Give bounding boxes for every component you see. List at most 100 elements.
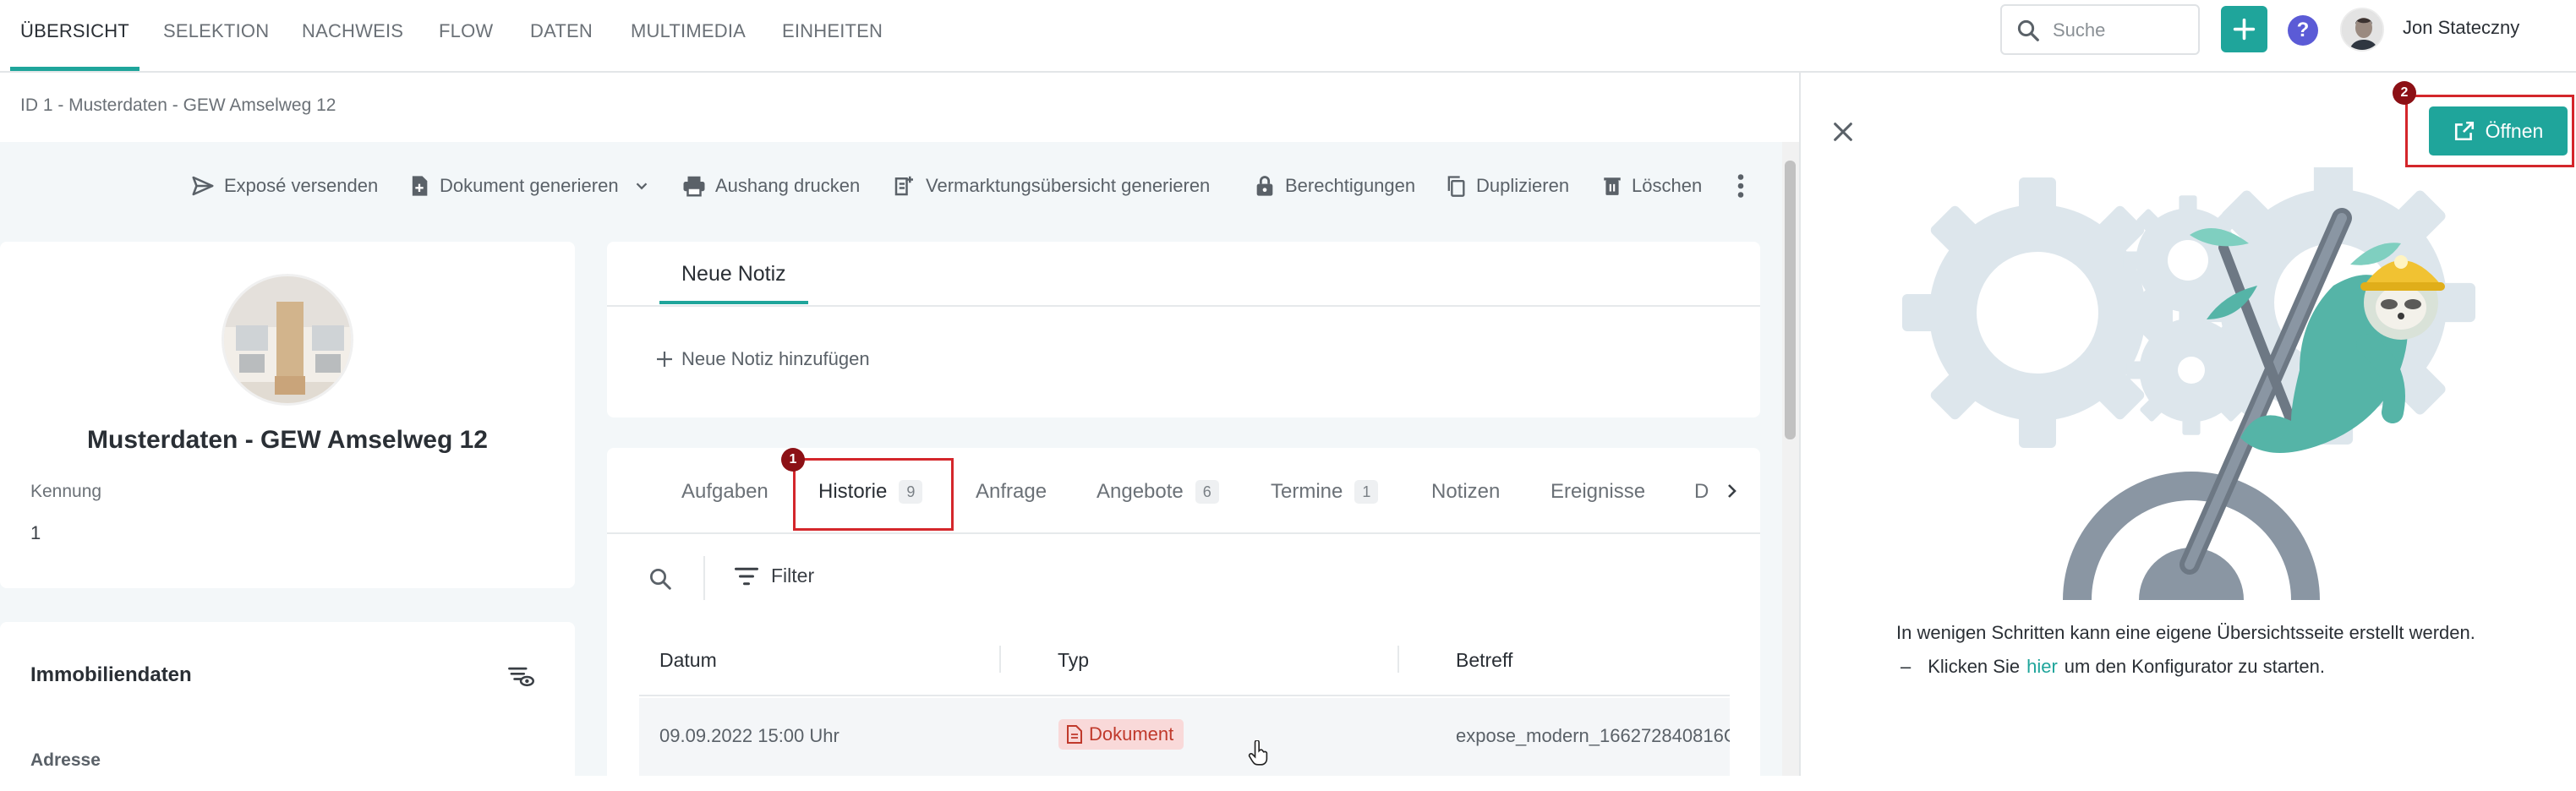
tab-termine-count: 1 xyxy=(1354,480,1379,504)
permissions-button[interactable]: Berechtigungen xyxy=(1253,169,1415,203)
help-icon[interactable]: ? xyxy=(2288,15,2318,46)
row-typ-badge: Dokument xyxy=(1058,719,1184,750)
generate-marketing-overview-label: Vermarktungsübersicht generieren xyxy=(926,175,1211,196)
file-plus-icon xyxy=(412,176,428,196)
close-icon[interactable] xyxy=(1831,120,1855,144)
eye-filter-icon[interactable] xyxy=(507,664,534,690)
print-notice-label: Aushang drucken xyxy=(715,175,861,196)
nav-tab-uebersicht[interactable]: ÜBERSICHT xyxy=(10,0,139,71)
plus-icon xyxy=(657,352,672,367)
tab-termine-label: Termine xyxy=(1271,480,1343,503)
duplicate-label: Duplizieren xyxy=(1476,175,1570,196)
generate-document-label: Dokument generieren xyxy=(440,175,619,196)
tab-anfrage[interactable]: Anfrage xyxy=(976,480,1047,504)
highlight-historie xyxy=(793,458,954,531)
nav-tab-selektion[interactable]: SELEKTION xyxy=(163,0,269,71)
tab-angebote[interactable]: Angebote 6 xyxy=(1097,480,1219,504)
column-resize-handle[interactable] xyxy=(1397,646,1399,673)
plus-icon xyxy=(2233,18,2256,41)
column-datum[interactable]: Datum xyxy=(659,649,717,672)
breadcrumb: ID 1 - Musterdaten - GEW Amselweg 12 xyxy=(20,95,336,115)
nav-tab-multimedia[interactable]: MULTIMEDIA xyxy=(631,0,746,71)
annotation-1: 1 xyxy=(781,448,805,472)
panel-description: In wenigen Schritten kann eine eigene Üb… xyxy=(1896,622,2475,643)
chevron-right-icon xyxy=(1728,484,1736,498)
filter-icon xyxy=(735,567,758,585)
add-button[interactable] xyxy=(2221,6,2267,52)
permissions-label: Berechtigungen xyxy=(1285,175,1416,196)
adresse-label: Adresse xyxy=(30,750,101,770)
search-icon xyxy=(2017,19,2039,41)
property-image[interactable] xyxy=(222,274,353,406)
search-input[interactable] xyxy=(2053,18,2188,43)
tab-ereignisse[interactable]: Ereignisse xyxy=(1551,480,1645,504)
tab-anfrage-label: Anfrage xyxy=(976,480,1047,503)
nav-tab-flow[interactable]: FLOW xyxy=(439,0,493,71)
delete-button[interactable]: Löschen xyxy=(1601,169,1702,203)
copy-icon xyxy=(1447,176,1465,197)
tab-aufgaben-label: Aufgaben xyxy=(681,480,768,503)
nav-tab-nachweis[interactable]: NACHWEIS xyxy=(302,0,403,71)
property-title: Musterdaten - GEW Amselweg 12 xyxy=(87,426,488,454)
bullet-text-after: um den Konfigurator zu starten. xyxy=(2064,656,2325,677)
search-box[interactable] xyxy=(2000,4,2200,55)
chevron-down-icon[interactable] xyxy=(632,177,651,195)
lock-icon xyxy=(1256,176,1273,196)
tab-truncated[interactable]: D xyxy=(1694,480,1709,504)
tab-angebote-label: Angebote xyxy=(1097,480,1184,503)
panel-bullet: – Klicken Sie hier um den Konfigurator z… xyxy=(1901,656,2325,678)
bullet-text-before: Klicken Sie xyxy=(1928,656,2021,677)
send-expose-label: Exposé versenden xyxy=(224,175,379,196)
cursor-hand-icon xyxy=(1248,740,1268,766)
filter-label: Filter xyxy=(771,565,815,586)
row-typ-label: Dokument xyxy=(1089,723,1174,745)
column-resize-handle[interactable] xyxy=(999,646,1001,673)
user-name[interactable]: Jon Stateczny xyxy=(2403,17,2519,39)
duplicate-button[interactable]: Duplizieren xyxy=(1444,169,1569,203)
table-header xyxy=(639,627,1730,696)
configurator-link[interactable]: hier xyxy=(2026,656,2058,678)
generate-document-button[interactable]: Dokument generieren xyxy=(407,169,651,203)
highlight-open xyxy=(2405,95,2574,167)
tab-angebote-count: 6 xyxy=(1195,480,1219,504)
immobiliendaten-title: Immobiliendaten xyxy=(30,663,192,686)
tab-notizen[interactable]: Notizen xyxy=(1431,480,1500,504)
scrollbar-thumb[interactable] xyxy=(1785,161,1796,439)
row-betreff: expose_modern_166272840816C xyxy=(1456,725,1730,746)
tab-ereignisse-label: Ereignisse xyxy=(1551,480,1646,503)
filter-divider xyxy=(703,556,705,600)
bullet-dash: – xyxy=(1901,656,1911,677)
filter-button[interactable]: Filter xyxy=(734,565,814,587)
add-note-button[interactable]: Neue Notiz hinzufügen xyxy=(654,348,870,370)
kennung-value: 1 xyxy=(30,522,41,543)
delete-label: Löschen xyxy=(1632,175,1703,196)
annotation-2: 2 xyxy=(2393,81,2416,105)
tab-scroll-right[interactable] xyxy=(1709,470,1757,512)
tab-truncated-label: D xyxy=(1694,480,1709,503)
tab-neue-notiz[interactable]: Neue Notiz xyxy=(659,250,808,304)
search-icon[interactable] xyxy=(648,566,673,592)
printer-icon xyxy=(683,176,705,197)
more-vertical-icon[interactable] xyxy=(1728,171,1753,201)
column-betreff[interactable]: Betreff xyxy=(1456,649,1512,672)
add-note-label: Neue Notiz hinzufügen xyxy=(681,348,870,369)
nav-tab-einheiten[interactable]: EINHEITEN xyxy=(782,0,883,71)
document-edit-icon xyxy=(894,176,913,196)
top-navigation: ÜBERSICHT SELEKTION NACHWEIS FLOW DATEN … xyxy=(0,0,2576,73)
activity-tabs-divider xyxy=(607,532,1760,534)
nav-tab-daten[interactable]: DATEN xyxy=(530,0,593,71)
kennung-label: Kennung xyxy=(30,482,102,501)
column-typ[interactable]: Typ xyxy=(1058,649,1089,672)
document-icon xyxy=(1067,725,1082,744)
trash-icon xyxy=(1604,177,1621,195)
tab-notizen-label: Notizen xyxy=(1431,480,1501,503)
avatar[interactable] xyxy=(2340,8,2384,52)
tab-termine[interactable]: Termine 1 xyxy=(1271,480,1379,504)
tab-aufgaben[interactable]: Aufgaben xyxy=(681,480,768,504)
notes-divider xyxy=(607,305,1760,307)
sloth-gears-illustration xyxy=(1902,167,2475,600)
print-notice-button[interactable]: Aushang drucken xyxy=(681,169,860,203)
send-expose-button[interactable]: Exposé versenden xyxy=(190,169,378,203)
generate-marketing-overview-button[interactable]: Vermarktungsübersicht generieren xyxy=(892,169,1210,203)
row-datum: 09.09.2022 15:00 Uhr xyxy=(659,725,840,746)
